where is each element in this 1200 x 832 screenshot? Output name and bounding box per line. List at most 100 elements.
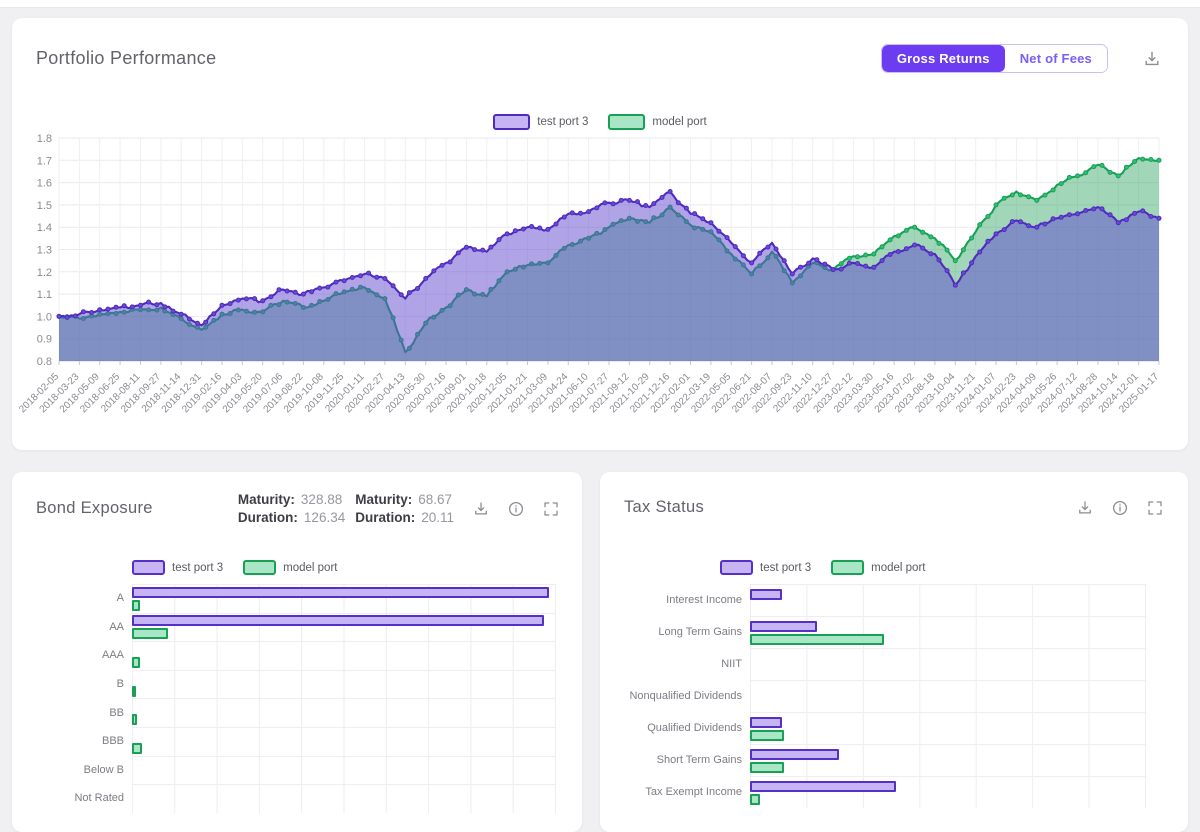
bar-model-port[interactable] <box>132 714 137 725</box>
legend-item-model-port[interactable]: model port <box>831 560 925 575</box>
bar-row-aaa: AAA <box>12 641 556 670</box>
info-icon[interactable] <box>507 500 525 518</box>
svg-text:1.4: 1.4 <box>37 222 52 234</box>
legend-swatch <box>493 114 530 130</box>
bar-test-port-3[interactable] <box>750 749 839 760</box>
bar-row-label: Long Term Gains <box>600 616 750 648</box>
bond-exposure-title: Bond Exposure <box>36 499 153 518</box>
bar-row-plot <box>132 641 556 670</box>
stat-duration-2: Duration: 20.11 <box>355 510 454 525</box>
bar-row-plot <box>750 744 1146 776</box>
bar-row-plot <box>750 712 1146 744</box>
bar-row-plot <box>750 648 1146 680</box>
bar-row-plot <box>132 756 556 785</box>
bar-row-label: Tax Exempt Income <box>600 776 750 808</box>
legend-item-test-port-3[interactable]: test port 3 <box>720 560 811 575</box>
svg-text:1.8: 1.8 <box>37 133 52 145</box>
bar-row-tax-exempt-income: Tax Exempt Income <box>600 776 1146 808</box>
bar-row-interest-income: Interest Income <box>600 584 1146 616</box>
stat-maturity-1: Maturity: 328.88 <box>238 492 345 507</box>
bar-row-bb: BB <box>12 698 556 727</box>
bar-row-plot <box>750 776 1146 808</box>
bar-test-port-3[interactable] <box>750 589 782 600</box>
bar-row-short-term-gains: Short Term Gains <box>600 744 1146 776</box>
bar-row-not-rated: Not Rated <box>12 784 556 813</box>
bar-row-label: Qualified Dividends <box>600 712 750 744</box>
svg-text:1.3: 1.3 <box>37 245 52 257</box>
svg-text:1.7: 1.7 <box>37 155 52 167</box>
svg-text:0.9: 0.9 <box>37 334 52 346</box>
legend-item-test-port-3[interactable]: test port 3 <box>132 560 223 575</box>
bar-row-b: B <box>12 670 556 699</box>
bond-exposure-card: Bond Exposure Maturity: 328.88 Maturity:… <box>12 472 582 832</box>
svg-text:1.6: 1.6 <box>37 178 52 190</box>
bar-row-plot <box>132 613 556 642</box>
download-icon[interactable] <box>1076 499 1094 517</box>
bar-row-plot <box>750 584 1146 616</box>
expand-icon[interactable] <box>542 500 560 518</box>
bar-model-port[interactable] <box>750 762 784 773</box>
legend-swatch <box>831 560 864 575</box>
bar-test-port-3[interactable] <box>750 781 896 792</box>
legend-swatch <box>720 560 753 575</box>
legend-item-model-port[interactable]: model port <box>243 560 337 575</box>
expand-icon[interactable] <box>1146 499 1164 517</box>
bond-exposure-chart[interactable]: AAAAAABBBBBBBelow BNot Rated <box>12 584 582 813</box>
legend-label: model port <box>652 116 706 128</box>
download-icon[interactable] <box>472 500 490 518</box>
bar-test-port-3[interactable] <box>750 717 782 728</box>
bar-row-label: BBB <box>12 727 132 756</box>
performance-chart[interactable]: 0.80.91.01.11.21.31.41.51.61.71.82018-02… <box>14 130 1170 430</box>
bar-model-port[interactable] <box>132 743 142 754</box>
legend-swatch <box>608 114 645 130</box>
net-of-fees-button[interactable]: Net of Fees <box>1005 45 1107 72</box>
legend-label: test port 3 <box>760 562 811 574</box>
bar-row-label: BB <box>12 698 132 727</box>
bar-model-port[interactable] <box>750 794 760 805</box>
legend-item-model-port[interactable]: model port <box>608 114 706 130</box>
bar-row-label: AA <box>12 613 132 642</box>
bar-row-nonqualified-dividends: Nonqualified Dividends <box>600 680 1146 712</box>
top-navbar-remnant <box>0 0 1200 8</box>
bar-row-niit: NIIT <box>600 648 1146 680</box>
bar-model-port[interactable] <box>132 686 136 697</box>
legend-label: model port <box>283 562 337 574</box>
bar-row-label: Short Term Gains <box>600 744 750 776</box>
bar-row-plot <box>132 670 556 699</box>
bar-model-port[interactable] <box>132 600 140 611</box>
download-icon[interactable] <box>1142 49 1162 69</box>
bar-row-label: AAA <box>12 641 132 670</box>
bar-row-long-term-gains: Long Term Gains <box>600 616 1146 648</box>
bar-row-label: Nonqualified Dividends <box>600 680 750 712</box>
bar-row-aa: AA <box>12 613 556 642</box>
bar-model-port[interactable] <box>132 628 168 639</box>
tax-chart-legend: test port 3 model port <box>720 560 925 575</box>
bar-row-plot <box>750 680 1146 712</box>
bar-test-port-3[interactable] <box>132 615 544 626</box>
bar-test-port-3[interactable] <box>750 621 817 632</box>
bar-row-bbb: BBB <box>12 727 556 756</box>
returns-toggle: Gross Returns Net of Fees <box>881 44 1108 73</box>
legend-label: test port 3 <box>537 116 588 128</box>
bar-model-port[interactable] <box>750 634 884 645</box>
bar-row-label: Below B <box>12 756 132 785</box>
bar-model-port[interactable] <box>750 730 784 741</box>
svg-text:1.5: 1.5 <box>37 200 52 212</box>
bar-row-plot <box>132 698 556 727</box>
info-icon[interactable] <box>1111 499 1129 517</box>
svg-text:1.0: 1.0 <box>37 311 52 323</box>
bar-row-a: A <box>12 584 556 613</box>
bond-chart-legend: test port 3 model port <box>132 560 337 575</box>
portfolio-performance-card: Portfolio Performance Gross Returns Net … <box>12 18 1188 450</box>
bar-test-port-3[interactable] <box>132 587 549 598</box>
bond-stats: Maturity: 328.88 Maturity: 68.67 Duratio… <box>238 492 454 525</box>
legend-swatch <box>243 560 276 575</box>
tax-status-chart[interactable]: Interest IncomeLong Term GainsNIITNonqua… <box>600 584 1188 808</box>
gross-returns-button[interactable]: Gross Returns <box>882 45 1005 72</box>
bar-row-label: A <box>12 584 132 613</box>
bar-model-port[interactable] <box>132 657 140 668</box>
legend-item-test-port-3[interactable]: test port 3 <box>493 114 588 130</box>
bar-row-label: Not Rated <box>12 784 132 813</box>
legend-label: test port 3 <box>172 562 223 574</box>
svg-text:0.8: 0.8 <box>37 356 52 368</box>
